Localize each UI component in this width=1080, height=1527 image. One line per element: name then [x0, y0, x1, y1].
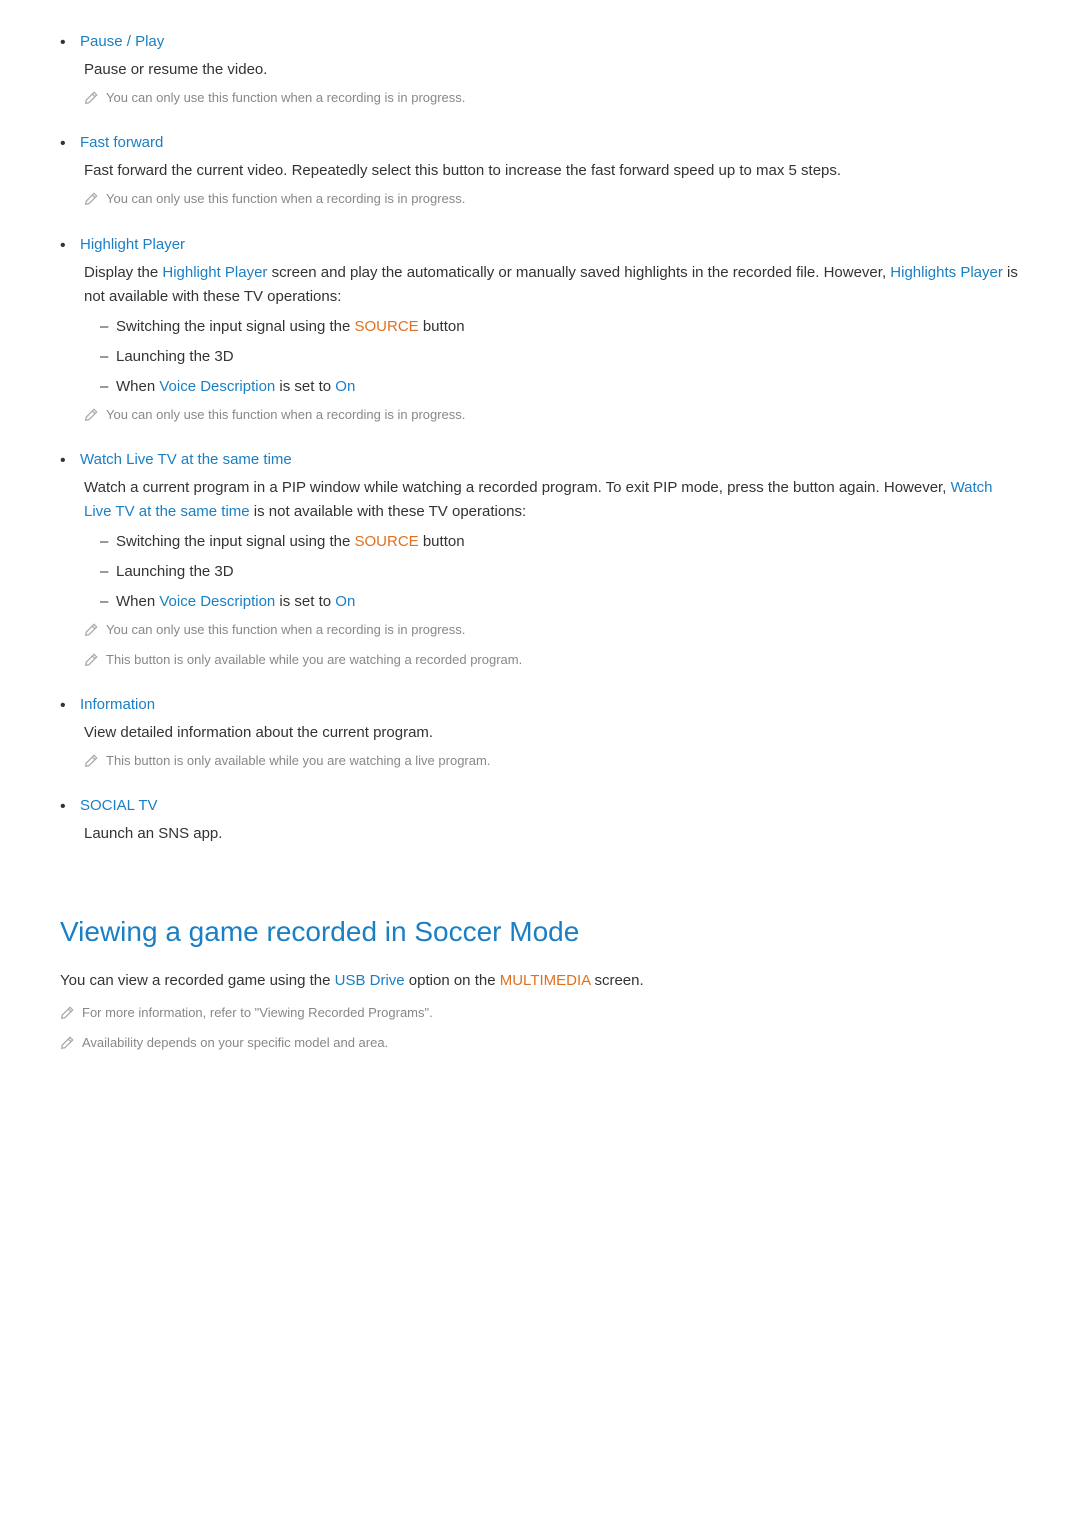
sub-item-source: Switching the input signal using the SOU… [100, 315, 1020, 339]
note-text: You can only use this function when a re… [106, 189, 465, 210]
note-text: Availability depends on your specific mo… [82, 1033, 388, 1054]
note-text: For more information, refer to "Viewing … [82, 1003, 433, 1024]
fast-forward-desc: Fast forward the current video. Repeated… [84, 159, 1020, 183]
source-link-1: SOURCE [354, 318, 418, 335]
pencil-icon [84, 406, 98, 428]
pencil-icon [84, 651, 98, 673]
item-title-fast-forward: Fast forward [80, 134, 163, 151]
item-body-fast-forward: Fast forward the current video. Repeated… [80, 159, 1020, 212]
on-link-2: On [335, 593, 355, 610]
list-item-watch-live-tv: Watch Live TV at the same time Watch a c… [60, 448, 1020, 673]
note-text: You can only use this function when a re… [106, 88, 465, 109]
note-soccer-2: Availability depends on your specific mo… [60, 1033, 1020, 1056]
item-title-pause-play: Pause / Play [80, 33, 164, 50]
list-item-information: Information View detailed information ab… [60, 693, 1020, 774]
main-bullet-list: Pause / Play Pause or resume the video. … [60, 30, 1020, 846]
item-title-social-tv: SOCIAL TV [80, 797, 158, 814]
sub-item-voice-desc-2: When Voice Description is set to On [100, 590, 1020, 614]
watch-live-tv-sub-list: Switching the input signal using the SOU… [84, 530, 1020, 614]
highlight-player-sub-list: Switching the input signal using the SOU… [84, 315, 1020, 399]
pencil-icon [84, 89, 98, 111]
list-item-pause-play: Pause / Play Pause or resume the video. … [60, 30, 1020, 111]
highlights-player-link: Highlights Player [890, 264, 1003, 281]
item-title-watch-live-tv: Watch Live TV at the same time [80, 451, 292, 468]
pause-play-desc: Pause or resume the video. [84, 58, 1020, 82]
item-title-information: Information [80, 696, 155, 713]
voice-desc-link-2: Voice Description [159, 593, 275, 610]
on-link-1: On [335, 378, 355, 395]
section-heading: Viewing a game recorded in Soccer Mode [60, 910, 1020, 955]
note-text: You can only use this function when a re… [106, 405, 465, 426]
sub-item-source-2: Switching the input signal using the SOU… [100, 530, 1020, 554]
section-subtext: You can view a recorded game using the U… [60, 969, 1020, 993]
voice-desc-link-1: Voice Description [159, 378, 275, 395]
watch-live-tv-link: Watch Live TV at the same time [84, 479, 993, 520]
pencil-icon [84, 752, 98, 774]
source-link-2: SOURCE [354, 533, 418, 550]
pencil-icon [60, 1034, 74, 1056]
item-body-highlight-player: Display the Highlight Player screen and … [80, 261, 1020, 428]
note-text: This button is only available while you … [106, 751, 490, 772]
social-tv-desc: Launch an SNS app. [84, 822, 1020, 846]
sub-item-3d-1: Launching the 3D [100, 345, 1020, 369]
highlight-player-desc: Display the Highlight Player screen and … [84, 261, 1020, 309]
multimedia-link: MULTIMEDIA [500, 972, 591, 989]
pause-label: Pause [80, 33, 123, 50]
item-title-highlight-player: Highlight Player [80, 236, 185, 253]
note-soccer-1: For more information, refer to "Viewing … [60, 1003, 1020, 1026]
note-text: You can only use this function when a re… [106, 620, 465, 641]
pencil-icon [84, 190, 98, 212]
list-item-highlight-player: Highlight Player Display the Highlight P… [60, 233, 1020, 428]
note-watch-live-tv-1: You can only use this function when a re… [84, 620, 1020, 643]
pencil-icon [60, 1004, 74, 1026]
list-item-fast-forward: Fast forward Fast forward the current vi… [60, 131, 1020, 212]
note-information: This button is only available while you … [84, 751, 1020, 774]
sub-item-3d-2: Launching the 3D [100, 560, 1020, 584]
item-body-watch-live-tv: Watch a current program in a PIP window … [80, 476, 1020, 673]
note-fast-forward: You can only use this function when a re… [84, 189, 1020, 212]
item-body-information: View detailed information about the curr… [80, 721, 1020, 774]
list-item-social-tv: SOCIAL TV Launch an SNS app. [60, 794, 1020, 846]
item-body-pause-play: Pause or resume the video. You can only … [80, 58, 1020, 111]
usb-drive-link: USB Drive [335, 972, 405, 989]
separator: / [127, 33, 135, 50]
note-text: This button is only available while you … [106, 650, 522, 671]
highlight-player-link: Highlight Player [162, 264, 267, 281]
watch-live-tv-desc: Watch a current program in a PIP window … [84, 476, 1020, 524]
note-pause-play: You can only use this function when a re… [84, 88, 1020, 111]
note-watch-live-tv-2: This button is only available while you … [84, 650, 1020, 673]
soccer-mode-section: Viewing a game recorded in Soccer Mode Y… [60, 910, 1020, 1056]
pencil-icon [84, 621, 98, 643]
item-body-social-tv: Launch an SNS app. [80, 822, 1020, 846]
information-desc: View detailed information about the curr… [84, 721, 1020, 745]
note-highlight-player: You can only use this function when a re… [84, 405, 1020, 428]
sub-item-voice-desc-1: When Voice Description is set to On [100, 375, 1020, 399]
play-label: Play [135, 33, 164, 50]
